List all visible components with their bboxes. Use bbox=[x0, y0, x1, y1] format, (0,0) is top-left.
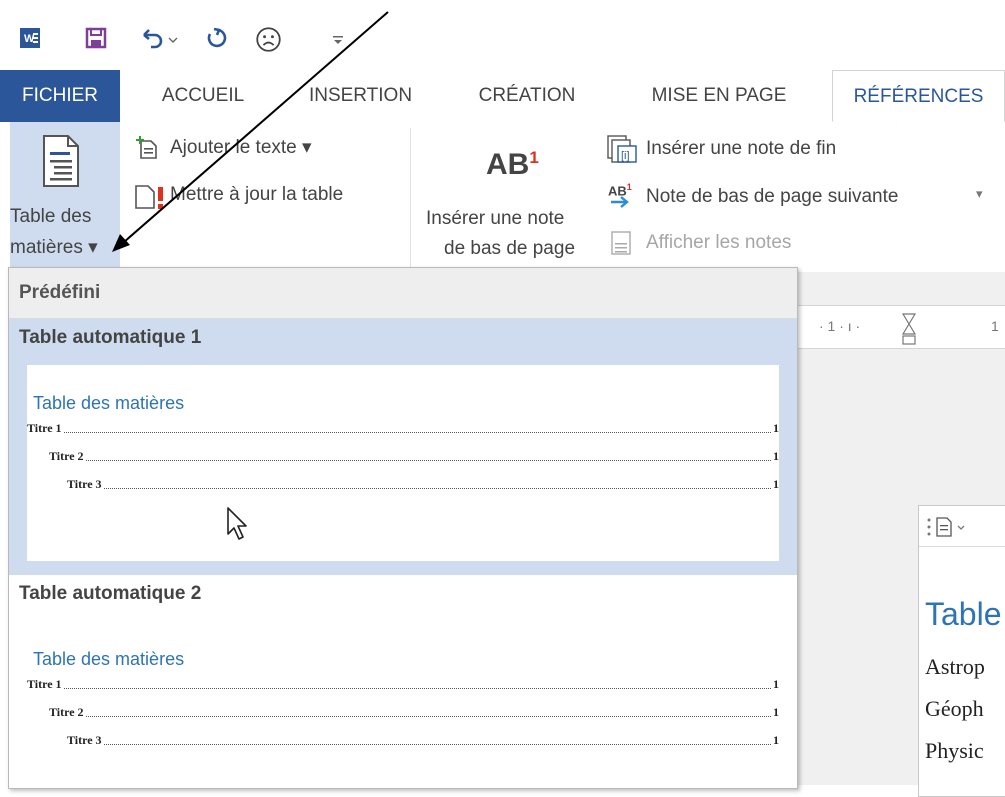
ribbon: Table des matières ▾ Ajouter le texte ▾ … bbox=[0, 122, 1005, 292]
add-text-icon bbox=[136, 136, 157, 159]
toc-preview-title: Table des matières bbox=[33, 649, 185, 669]
toc-preview-line: Titre 21 bbox=[49, 705, 779, 720]
document-page[interactable]: Table Astrop Géoph Physic bbox=[918, 505, 1005, 797]
gallery-item-automatic-table-2[interactable]: Table automatique 2 Table des matières T… bbox=[9, 575, 797, 788]
tab-creation[interactable]: CRÉATION bbox=[462, 70, 592, 122]
update-table-button[interactable]: Mettre à jour la table bbox=[170, 184, 343, 206]
gallery-header-label: Prédéfini bbox=[19, 282, 101, 303]
tab-fichier[interactable]: FICHIER bbox=[0, 70, 120, 122]
toc-preview-line: Titre 11 bbox=[27, 677, 779, 692]
ruler-ticks: · 1 · ı · bbox=[819, 318, 861, 334]
show-notes-icon bbox=[611, 231, 631, 255]
word-icon: W bbox=[20, 28, 40, 48]
document-line-3: Physic bbox=[925, 738, 984, 763]
insert-endnote-button[interactable]: Insérer une note de fin bbox=[646, 138, 836, 160]
undo-dropdown-icon[interactable] bbox=[168, 36, 178, 44]
toc-control-icon[interactable] bbox=[927, 516, 967, 538]
tab-mise-en-page[interactable]: MISE EN PAGE bbox=[630, 70, 808, 122]
toc-preview: Table des matières Titre 11 Titre 21 Tit… bbox=[27, 365, 779, 561]
toc-content-control-header[interactable] bbox=[919, 506, 1005, 547]
next-footnote-dropdown[interactable]: ▾ bbox=[976, 186, 983, 202]
add-text-button[interactable]: Ajouter le texte ▾ bbox=[170, 136, 312, 159]
toc-preview-line: Titre 31 bbox=[67, 733, 779, 748]
toc-icon bbox=[43, 135, 79, 187]
gallery-item-automatic-table-1[interactable]: Table automatique 1 Table des matières T… bbox=[9, 319, 797, 575]
toc-button[interactable]: Table des matières ▾ bbox=[10, 122, 120, 267]
save-icon[interactable] bbox=[84, 26, 108, 50]
horizontal-ruler[interactable]: · 1 · ı · 1 bbox=[795, 305, 1005, 349]
ruler-number: 1 bbox=[991, 318, 999, 334]
toc-gallery-dropdown: Prédéfini Table automatique 1 Table des … bbox=[8, 267, 798, 789]
insert-endnote-icon: [i] bbox=[607, 135, 637, 163]
gallery-header: Prédéfini bbox=[9, 268, 797, 319]
redo-icon[interactable] bbox=[204, 26, 228, 50]
quick-access-toolbar: W bbox=[0, 0, 1005, 70]
toc-preview-line: Titre 11 bbox=[27, 421, 779, 436]
customize-icon[interactable] bbox=[332, 34, 344, 46]
gallery-item-title: Table automatique 2 bbox=[19, 583, 202, 604]
next-arrow-icon bbox=[611, 196, 629, 208]
ribbon-separator bbox=[410, 128, 411, 268]
document-line-1: Astrop bbox=[925, 654, 985, 679]
undo-icon[interactable] bbox=[140, 26, 164, 50]
feedback-icon[interactable] bbox=[255, 26, 282, 53]
svg-text:[i]: [i] bbox=[621, 150, 630, 162]
document-toc-heading: Table bbox=[925, 596, 1002, 632]
toc-preview: Table des matières Titre 11 Titre 21 Tit… bbox=[27, 621, 779, 781]
tab-insertion[interactable]: INSERTION bbox=[293, 70, 428, 122]
toc-preview-title: Table des matières bbox=[33, 393, 185, 413]
footnote-ab-icon: AB1 bbox=[486, 148, 539, 181]
indent-marker-icon[interactable] bbox=[901, 312, 917, 346]
insert-footnote-label-1[interactable]: Insérer une note bbox=[426, 208, 564, 230]
document-line-2: Géoph bbox=[925, 696, 984, 721]
next-footnote-icon: AB1 bbox=[608, 182, 632, 208]
mouse-cursor-icon bbox=[227, 507, 247, 540]
ribbon-tabs: FICHIER ACCUEIL INSERTION CRÉATION MISE … bbox=[0, 70, 1005, 123]
toc-button-label-1: Table des bbox=[10, 206, 92, 227]
tab-accueil[interactable]: ACCUEIL bbox=[138, 70, 268, 122]
tab-references[interactable]: RÉFÉRENCES bbox=[832, 70, 1005, 122]
toc-button-label-2: matières ▾ bbox=[10, 237, 98, 258]
insert-footnote-label-2[interactable]: de bas de page bbox=[444, 238, 575, 260]
toc-preview-line: Titre 31 bbox=[67, 477, 779, 492]
next-footnote-button[interactable]: Note de bas de page suivante bbox=[646, 186, 898, 208]
update-table-icon bbox=[135, 185, 163, 209]
toc-preview-line: Titre 21 bbox=[49, 449, 779, 464]
gallery-item-title: Table automatique 1 bbox=[19, 327, 202, 348]
show-notes-button: Afficher les notes bbox=[646, 232, 792, 253]
